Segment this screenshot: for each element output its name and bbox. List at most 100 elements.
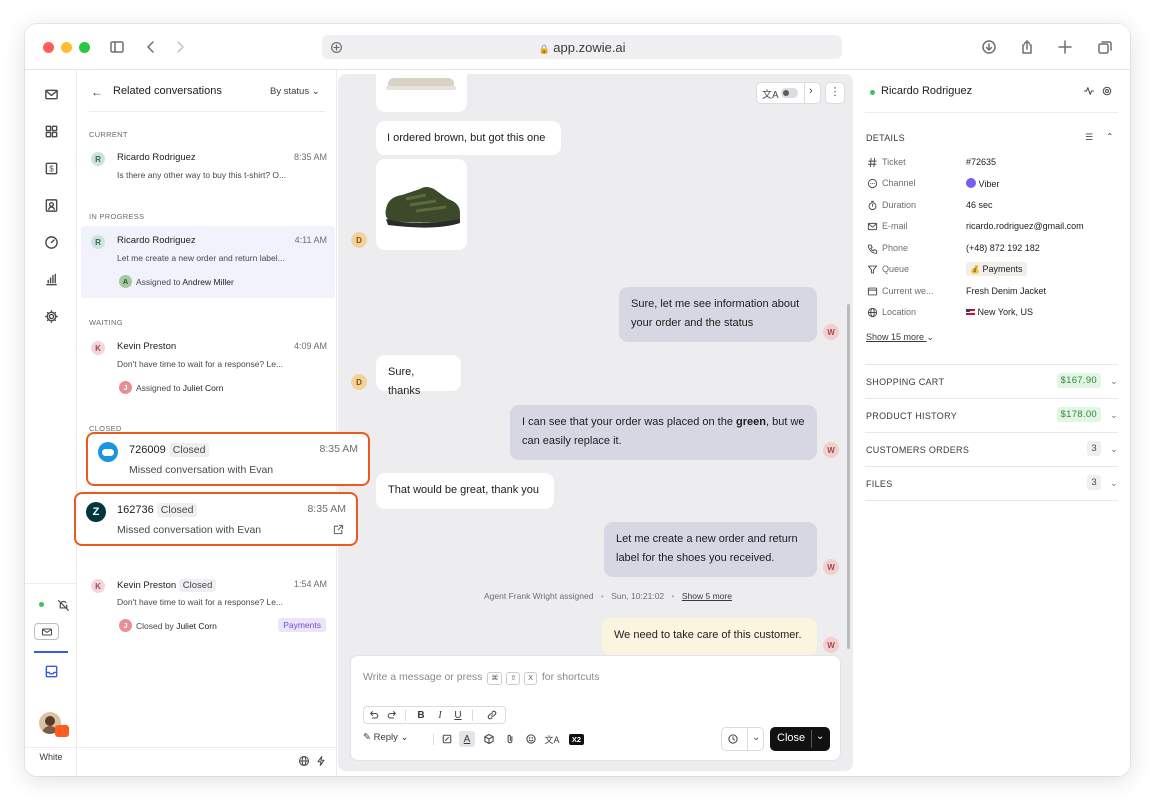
detail-row-email: E-mail ricardo.rodriguez@gmail.com: [867, 219, 1117, 235]
browser-toolbar: 🔒 app.zowie.ai: [25, 24, 1130, 70]
closed-prefix: Closed by: [136, 621, 174, 631]
lightning-icon[interactable]: [315, 754, 329, 768]
sort-dropdown[interactable]: By status ⌄: [270, 86, 320, 97]
accordion-files[interactable]: FILES 3 ⌄: [865, 466, 1118, 501]
emoji-icon[interactable]: [523, 731, 539, 747]
show-more-details-link[interactable]: Show 15 more ⌄: [866, 332, 934, 343]
translate-icon[interactable]: 文A: [544, 731, 560, 747]
chat-scrollbar[interactable]: [847, 304, 850, 649]
contact-name: Kevin Preston: [117, 341, 177, 352]
detail-value: 46 sec: [966, 200, 993, 210]
detail-value[interactable]: (+48) 872 192 182: [966, 243, 1040, 253]
text-color-icon[interactable]: A: [459, 731, 475, 747]
customer-message: That would be great, thank you: [376, 473, 554, 509]
conversation-item-waiting[interactable]: K Kevin Preston 4:09 AM Don't have time …: [77, 332, 335, 402]
clock-icon: [725, 731, 741, 747]
link-icon[interactable]: [484, 707, 500, 723]
composer-placeholder[interactable]: Write a message or press ⌘ ⇧ X for shortcu…: [363, 671, 600, 685]
workspace-label[interactable]: White: [25, 752, 77, 762]
analytics-bars-icon[interactable]: [41, 269, 61, 289]
filter-icon: [867, 264, 878, 275]
maximize-window-button[interactable]: [79, 42, 90, 53]
dashboard-grid-icon[interactable]: [41, 121, 61, 141]
forward-arrow-icon[interactable]: [170, 37, 190, 57]
translate-toggle[interactable]: 文A ›: [756, 82, 821, 104]
translate-icon: 文A: [762, 90, 779, 101]
closed-conversation-zendesk[interactable]: Z 162736 Closed 8:35 AM Missed conversat…: [74, 492, 358, 546]
billing-dollar-icon[interactable]: $: [41, 158, 61, 178]
show-more-link[interactable]: Show 5 more: [682, 591, 732, 601]
detail-label: Queue: [882, 264, 910, 274]
chevron-down-icon[interactable]: ⌄: [816, 731, 824, 742]
undo-icon[interactable]: [366, 707, 382, 723]
detail-value[interactable]: ricardo.rodriguez@gmail.com: [966, 221, 1084, 231]
settings-gear-icon[interactable]: [1101, 84, 1115, 98]
sidebar-toggle-icon[interactable]: [107, 37, 127, 57]
panel-footer-divider: [77, 747, 336, 748]
filter-settings-icon[interactable]: ☰: [1085, 132, 1093, 143]
assignee-avatar: A: [119, 275, 132, 288]
speedometer-icon[interactable]: [41, 232, 61, 252]
italic-icon[interactable]: I: [432, 707, 448, 723]
more-options-icon[interactable]: ⋮: [825, 82, 845, 104]
globe-icon[interactable]: [298, 754, 312, 768]
download-icon[interactable]: [979, 37, 999, 57]
chevron-up-icon[interactable]: ⌄: [1106, 130, 1114, 141]
attachment-icon[interactable]: [502, 731, 518, 747]
history-total-badge: $178.00: [1056, 407, 1101, 422]
shift-key: ⇧: [506, 672, 521, 685]
sneaker-image: [385, 187, 460, 228]
conversation-time: 4:09 AM: [293, 341, 327, 351]
closed-conversation-salesforce[interactable]: 726009 Closed 8:35 AM Missed conversatio…: [86, 432, 370, 486]
product-image-card[interactable]: [376, 74, 467, 112]
hash-icon: [867, 157, 878, 168]
activity-icon[interactable]: [1083, 84, 1097, 98]
conversation-item-closed[interactable]: K Kevin Preston Closed 1:54 AM Don't hav…: [77, 570, 335, 640]
status-badge: Closed: [156, 503, 198, 517]
inbox-tray-icon[interactable]: [41, 661, 61, 681]
close-conversation-button[interactable]: Close ⌄: [770, 727, 830, 751]
contacts-icon[interactable]: [41, 195, 61, 215]
product-box-icon[interactable]: [481, 731, 497, 747]
conversation-item-current[interactable]: R Ricardo Rodriguez 8:35 AM Is there any…: [77, 144, 335, 190]
minimize-window-button[interactable]: [61, 42, 72, 53]
compose-mail-button[interactable]: [34, 623, 59, 640]
format-toolbar: B I U: [363, 706, 506, 724]
contact-name: Kevin Preston: [117, 580, 177, 591]
us-flag-icon: [966, 309, 975, 315]
detail-label: Ticket: [882, 157, 906, 167]
underline-icon[interactable]: U: [450, 707, 466, 723]
toggle-switch[interactable]: [781, 88, 798, 98]
bold-icon[interactable]: B: [413, 707, 429, 723]
close-window-button[interactable]: [43, 42, 54, 53]
message-composer[interactable]: Write a message or press ⌘ ⇧ X for shortcu…: [350, 655, 841, 761]
section-waiting: WAITING: [89, 318, 123, 327]
accordion-shopping-cart[interactable]: SHOPPING CART $167.90 ⌄: [865, 364, 1118, 398]
back-arrow-icon[interactable]: [141, 37, 161, 57]
related-conversations-panel: ← Related conversations By status ⌄ CURR…: [77, 70, 337, 776]
chevron-down-icon: ⌄: [1110, 478, 1118, 488]
chat-thread: 文A › ⋮ I ordered brown, but got this one…: [338, 74, 853, 771]
new-tab-icon[interactable]: [1055, 37, 1075, 57]
address-bar[interactable]: 🔒 app.zowie.ai: [322, 35, 842, 59]
schedule-dropdown[interactable]: ⌄: [721, 727, 764, 751]
tab-overview-icon[interactable]: [1095, 37, 1115, 57]
accordion-customers-orders[interactable]: CUSTOMERS ORDERS 3 ⌄: [865, 432, 1118, 466]
inbox-mail-icon[interactable]: [41, 84, 61, 104]
notifications-off-icon[interactable]: [53, 595, 73, 615]
x2-button[interactable]: X2: [569, 734, 584, 745]
note-icon[interactable]: [439, 731, 455, 747]
conversation-time: 4:11 AM: [294, 235, 327, 245]
product-image-card[interactable]: [376, 159, 467, 250]
redo-icon[interactable]: [384, 707, 400, 723]
lock-icon: 🔒: [538, 44, 550, 54]
location-name: New York, US: [977, 307, 1034, 317]
back-arrow-icon[interactable]: ←: [91, 85, 103, 99]
conversation-item-in-progress[interactable]: R Ricardo Rodriguez 4:11 AM Let me creat…: [81, 226, 335, 298]
share-icon[interactable]: [1017, 37, 1037, 57]
external-link-icon[interactable]: [332, 523, 346, 537]
settings-gear-icon[interactable]: [41, 306, 61, 326]
chevron-right-icon[interactable]: ›: [809, 85, 813, 97]
accordion-product-history[interactable]: PRODUCT HISTORY $178.00 ⌄: [865, 398, 1118, 432]
reply-mode-dropdown[interactable]: ✎ Reply ⌄: [363, 732, 409, 743]
